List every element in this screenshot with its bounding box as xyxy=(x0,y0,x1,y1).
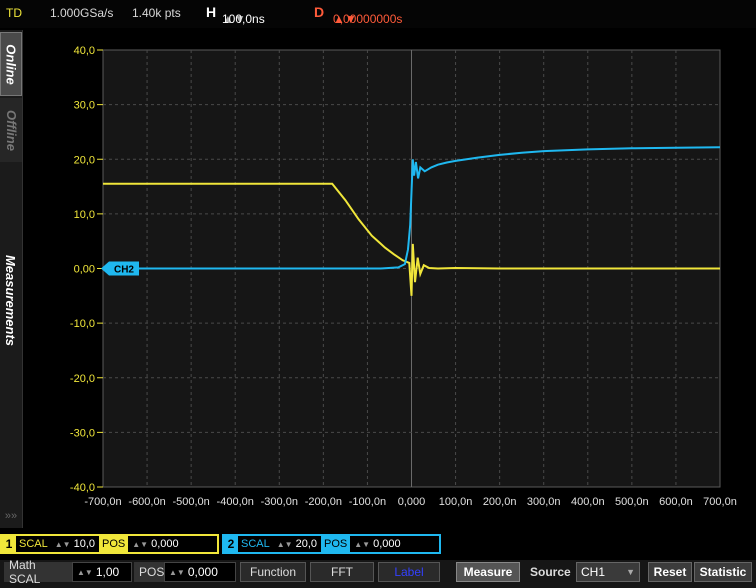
y-tick-label: 40,0 xyxy=(74,45,95,57)
ch2-number[interactable]: 2 xyxy=(224,536,238,552)
x-tick-label: -300,0n xyxy=(261,496,298,508)
status-bar: TD 1.000GSa/s 1.40k pts H ▲▼ 100,0ns D ▲▼… xyxy=(0,0,756,28)
chevron-down-icon[interactable]: ▼ xyxy=(626,567,635,577)
x-tick-label: 0,000 xyxy=(398,496,426,508)
delay-value: 0,00000000s xyxy=(333,12,403,26)
source-select[interactable]: CH1 ▼ xyxy=(576,562,640,582)
mode-indicator[interactable]: TD xyxy=(6,6,22,20)
x-tick-label: 600,0n xyxy=(659,496,693,508)
x-tick-label: -600,0n xyxy=(128,496,165,508)
updown-arrow-icon[interactable]: ▲▼ xyxy=(277,540,293,549)
y-tick-label: 30,0 xyxy=(74,100,95,112)
ch2-panel[interactable]: 2 SCAL ▲▼ 20,0 POS ▲▼ 0,000 xyxy=(222,534,441,554)
ch2-pos-value: 0,000 xyxy=(373,538,401,550)
horizontal-label: H xyxy=(206,4,217,20)
y-tick-label: -30,0 xyxy=(70,427,95,439)
x-tick-label: -500,0n xyxy=(172,496,209,508)
ch2-marker-label: CH2 xyxy=(114,265,134,276)
updown-arrow-icon[interactable]: ▲▼ xyxy=(132,540,148,549)
math-scale-value: 1,00 xyxy=(95,565,120,579)
waveform-display[interactable]: -700,0n -600,0n -500,0n -400,0n -300,0n -200,… xyxy=(22,28,756,528)
delay-label: D xyxy=(314,4,325,20)
y-tick-label: -20,0 xyxy=(70,373,95,385)
fft-button[interactable]: FFT xyxy=(310,562,374,582)
updown-arrow-icon[interactable]: ▲▼ xyxy=(55,540,71,549)
x-tick-label: -200,0n xyxy=(305,496,342,508)
tab-offline[interactable]: Offline xyxy=(0,98,22,162)
horizontal-scale-value: 100,0ns xyxy=(222,12,265,26)
math-pos-label: POS xyxy=(134,562,164,582)
updown-arrow-icon[interactable]: ▲▼ xyxy=(77,568,93,577)
ch1-panel[interactable]: 1 SCAL ▲▼ 10,0 POS ▲▼ 0,000 xyxy=(0,534,219,554)
ch1-pos-label: POS xyxy=(99,536,129,552)
x-tick-label: 500,0n xyxy=(615,496,649,508)
y-tick-label: 0,00 xyxy=(74,264,95,276)
math-pos-value: 0,000 xyxy=(187,565,218,579)
updown-arrow-icon[interactable]: ▲▼ xyxy=(354,540,370,549)
ch2-pos-label: POS xyxy=(321,536,351,552)
left-sidebar: Online Offline Measurements »» xyxy=(0,30,23,528)
reset-button[interactable]: Reset xyxy=(648,562,692,582)
sample-rate: 1.000GSa/s xyxy=(50,6,114,20)
x-tick-label: 200,0n xyxy=(483,496,517,508)
y-tick-label: -10,0 xyxy=(70,318,95,330)
ch2-scale-field[interactable]: ▲▼ 20,0 xyxy=(272,536,322,552)
source-value: CH1 xyxy=(581,565,606,579)
ch1-pos-field[interactable]: ▲▼ 0,000 xyxy=(128,536,183,552)
function-button[interactable]: Function xyxy=(240,562,306,582)
ch1-scale-value: 10,0 xyxy=(73,538,96,550)
x-tick-label: -700,0n xyxy=(84,496,121,508)
measure-button[interactable]: Measure xyxy=(456,562,520,582)
tab-measurements[interactable]: Measurements xyxy=(0,210,22,390)
expand-chevron-icon[interactable]: »» xyxy=(0,510,22,526)
label-button[interactable]: Label xyxy=(378,562,440,582)
ch1-scale-field[interactable]: ▲▼ 10,0 xyxy=(50,536,100,552)
x-tick-label: 400,0n xyxy=(571,496,605,508)
tab-offline-label: Offline xyxy=(3,109,19,151)
ch2-scale-label: SCAL xyxy=(241,538,270,550)
x-tick-label: 300,0n xyxy=(527,496,561,508)
updown-arrow-icon[interactable]: ▲▼ xyxy=(169,568,185,577)
x-tick-label: 100,0n xyxy=(439,496,473,508)
tab-online-label: Online xyxy=(3,43,19,85)
tab-online[interactable]: Online xyxy=(0,32,22,96)
waveform-chart[interactable]: -700,0n -600,0n -500,0n -400,0n -300,0n -200,… xyxy=(22,28,756,528)
source-label: Source xyxy=(530,565,571,579)
math-scale-field[interactable]: ▲▼ 1,00 xyxy=(72,562,132,582)
ch1-pos-value: 0,000 xyxy=(151,538,179,550)
math-pos-field[interactable]: ▲▼ 0,000 xyxy=(164,562,236,582)
x-tick-label: 700,0n xyxy=(703,496,737,508)
bottom-toolbar: Math SCAL ▲▼ 1,00 POS ▲▼ 0,000 Function FF… xyxy=(0,558,756,588)
ch2-pos-field[interactable]: ▲▼ 0,000 xyxy=(350,536,405,552)
statistic-button[interactable]: Statistic xyxy=(694,562,752,582)
ch2-scale-value: 20,0 xyxy=(295,538,318,550)
y-tick-label: 10,0 xyxy=(74,209,95,221)
tab-measurements-label: Measurements xyxy=(3,254,19,346)
x-tick-label: -400,0n xyxy=(217,496,254,508)
ch1-scale-label: SCAL xyxy=(19,538,48,550)
y-tick-label: -40,0 xyxy=(70,482,95,494)
ch1-number[interactable]: 1 xyxy=(2,536,16,552)
record-length: 1.40k pts xyxy=(132,6,181,20)
y-tick-label: 20,0 xyxy=(74,154,95,166)
x-tick-label: -100,0n xyxy=(349,496,386,508)
math-scale-label: Math SCAL xyxy=(4,558,72,586)
